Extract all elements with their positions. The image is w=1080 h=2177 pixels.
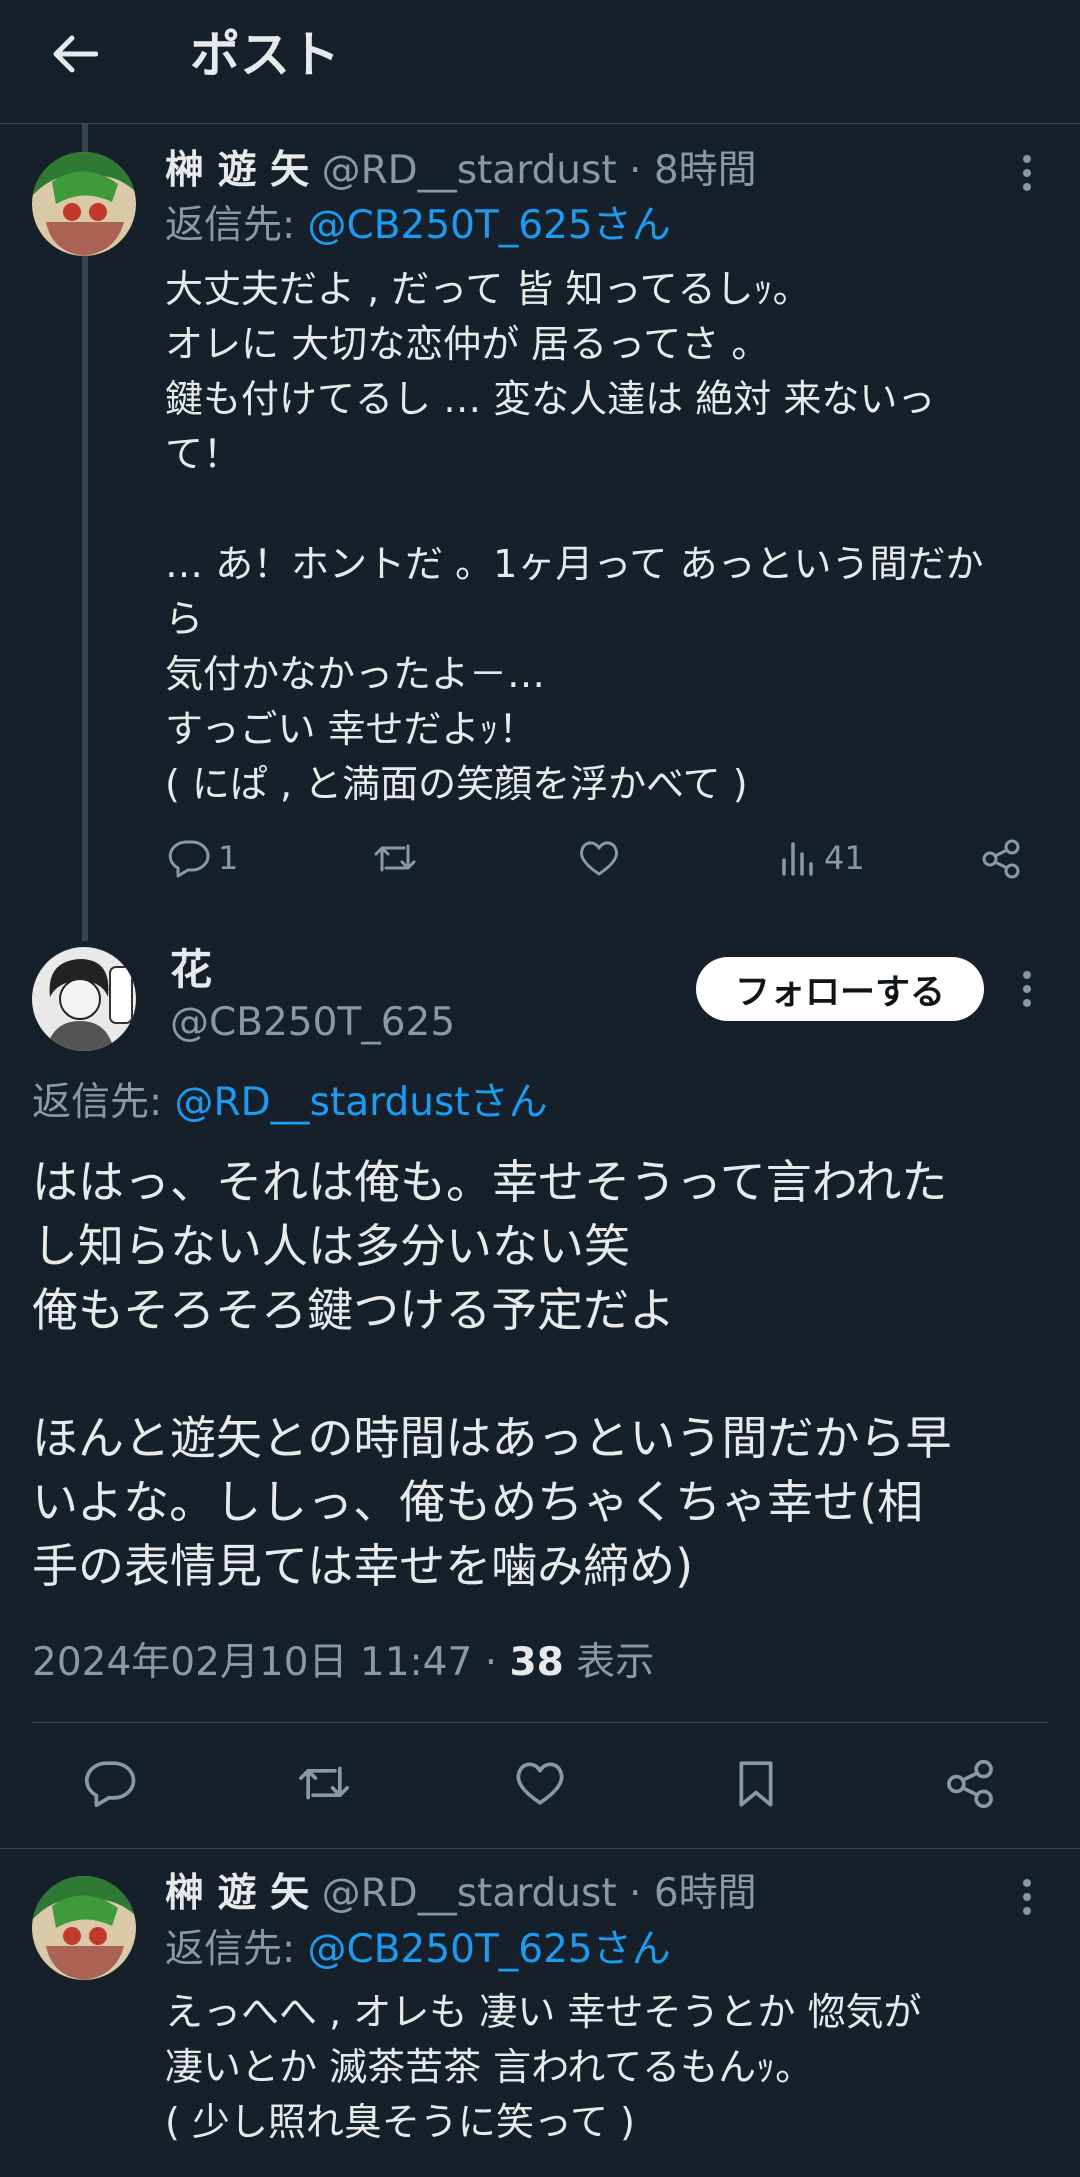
retweet-icon <box>299 1766 349 1800</box>
back-button[interactable] <box>42 28 106 80</box>
back-arrow-icon <box>53 35 98 73</box>
divider <box>32 1722 1048 1723</box>
reply-icon <box>168 840 210 878</box>
page-title: ポスト <box>190 26 340 84</box>
bookmark-icon <box>739 1761 773 1807</box>
bookmark-button[interactable] <box>734 1758 778 1810</box>
timestamp: · 6時間 <box>629 1871 757 1916</box>
handle-row: @CB250T_625 <box>170 997 455 1049</box>
reply-icon <box>84 1761 136 1808</box>
like-icon <box>580 841 618 876</box>
reply-to-label: 返信先: <box>32 1080 175 1125</box>
reply-count: 1 <box>218 839 239 877</box>
reply-to-handle[interactable]: @CB250T_625さん <box>308 203 671 248</box>
reply-to-label: 返信先: <box>165 1927 308 1972</box>
display-name-row: 花 <box>170 944 212 996</box>
like-button[interactable] <box>514 1758 566 1808</box>
share-button[interactable] <box>944 1758 996 1810</box>
like-icon <box>516 1762 564 1805</box>
retweet-button[interactable] <box>372 838 418 878</box>
share-button[interactable] <box>980 838 1022 880</box>
more-icon[interactable] <box>1012 150 1042 196</box>
display-name[interactable]: 花 <box>170 945 212 994</box>
handle[interactable]: @RD__stardust <box>322 148 617 193</box>
views-icon <box>782 842 813 876</box>
timestamp-row: 2024年02月10日 11:47 · 38 表示 <box>32 1635 654 1690</box>
tweet-header: 榊 遊 矢 @RD__stardust · 6時間 <box>165 1868 757 1920</box>
reply-to: 返信先: @CB250T_625さん <box>165 200 671 252</box>
follow-button[interactable]: フォローする <box>696 957 984 1021</box>
reply-to-handle[interactable]: @RD__stardustさん <box>175 1080 548 1125</box>
avatar[interactable] <box>32 152 136 256</box>
views-count: 41 <box>824 839 865 877</box>
reply-button[interactable] <box>84 1758 136 1808</box>
reply-button[interactable]: 1 <box>168 838 238 878</box>
tweet-text: 大丈夫だよ , だって 皆 知ってるしｯ。 オレに 大切な恋仲が 居るってさ 。… <box>165 267 984 806</box>
avatar[interactable] <box>32 1876 136 1980</box>
view-label: 表示 <box>563 1640 655 1685</box>
divider <box>0 1848 1080 1849</box>
reply-to-label: 返信先: <box>165 203 308 248</box>
like-button[interactable] <box>578 838 620 878</box>
avatar[interactable] <box>32 947 136 1051</box>
share-icon <box>982 839 1020 879</box>
more-icon[interactable] <box>1012 966 1042 1012</box>
retweet-button[interactable] <box>296 1758 352 1808</box>
tweet-header: 榊 遊 矢 @RD__stardust · 8時間 <box>165 145 757 197</box>
post-datetime: 2024年02月10日 11:47 · <box>32 1640 510 1685</box>
share-icon <box>947 1759 993 1809</box>
reply-to: 返信先: @RD__stardustさん <box>32 1077 548 1129</box>
top-bar: ポスト <box>0 0 1080 124</box>
reply-to-handle[interactable]: @CB250T_625さん <box>308 1927 671 1972</box>
handle[interactable]: @RD__stardust <box>322 1871 617 1916</box>
tweet-text: ははっ、それは俺も。幸せそうって言われた し知らない人は多分いない笑 俺もそろそ… <box>32 1155 952 1593</box>
views-button[interactable]: 41 <box>778 838 865 878</box>
display-name[interactable]: 榊 遊 矢 <box>165 1871 309 1916</box>
tweet-text: えっへへ , オレも 凄い 幸せそうとか 惚気が 凄いとか 滅茶苦茶 言われてる… <box>165 1990 922 2144</box>
reply-to: 返信先: @CB250T_625さん <box>165 1924 671 1976</box>
more-icon[interactable] <box>1012 1874 1042 1920</box>
display-name[interactable]: 榊 遊 矢 <box>165 148 309 193</box>
retweet-icon <box>374 844 416 872</box>
handle[interactable]: @CB250T_625 <box>170 1000 455 1045</box>
view-count[interactable]: 38 <box>509 1640 563 1685</box>
timestamp: · 8時間 <box>629 148 757 193</box>
